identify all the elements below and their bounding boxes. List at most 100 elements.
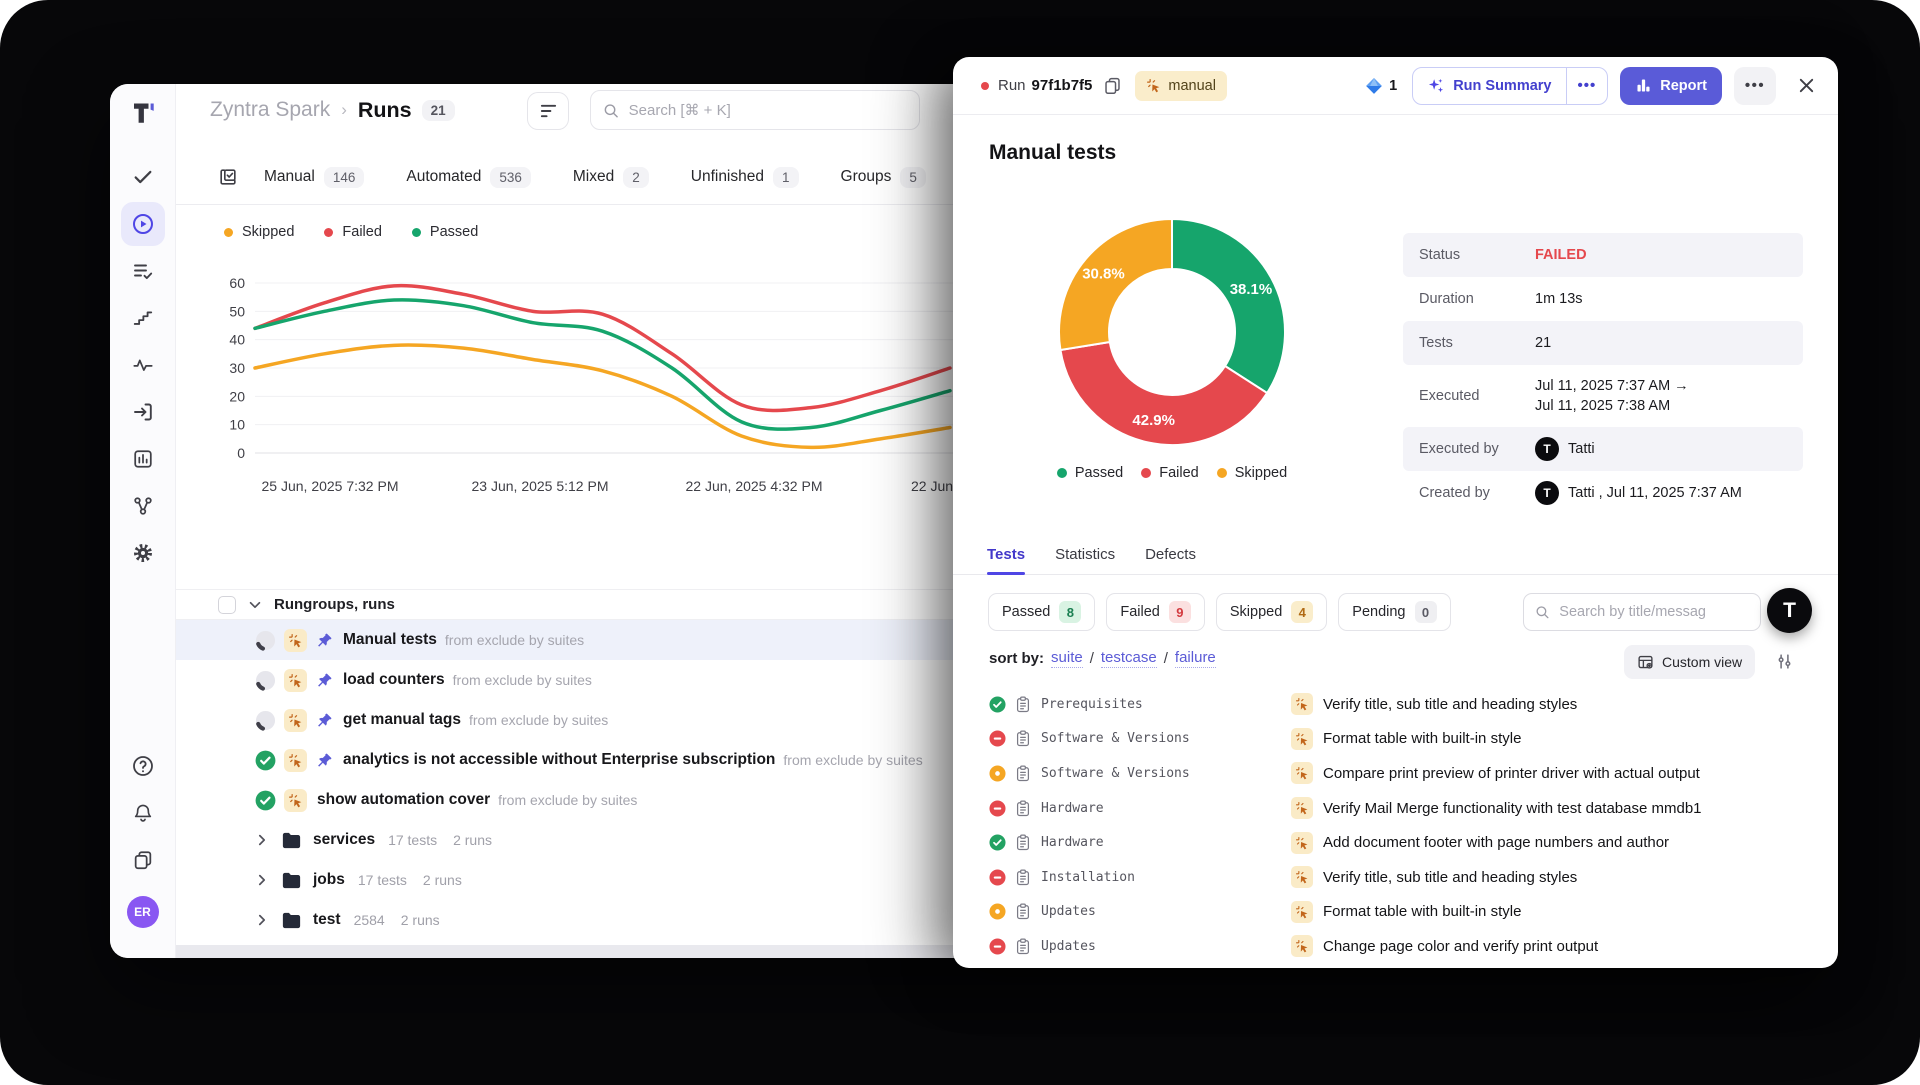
brand-bubble[interactable]: T <box>1767 588 1812 633</box>
test-title[interactable]: Verify Mail Merge functionality with tes… <box>1323 800 1702 817</box>
run-status-dot <box>981 82 989 90</box>
svg-text:40: 40 <box>229 332 245 348</box>
test-title[interactable]: Compare print preview of printer driver … <box>1323 765 1700 782</box>
test-title[interactable]: Verify title, sub title and heading styl… <box>1323 869 1577 886</box>
select-all-checkbox[interactable] <box>218 596 236 614</box>
legend-label: Failed <box>342 224 382 240</box>
drawer-tab[interactable]: Defects <box>1145 535 1196 574</box>
info-row: Created by TTatti , Jul 11, 2025 7:37 AM <box>1403 471 1803 515</box>
test-suite-name[interactable]: Updates <box>1041 939 1291 954</box>
sidebar-item-steps[interactable] <box>121 296 165 340</box>
tests-search-input[interactable] <box>1557 603 1749 621</box>
folder-name[interactable]: jobs <box>313 871 345 889</box>
notifications-button[interactable] <box>132 802 154 824</box>
run-name[interactable]: load counters <box>343 671 445 689</box>
test-row[interactable]: Prerequisites Verify title, sub title an… <box>953 687 1838 722</box>
run-type-tab[interactable]: Manual 146 <box>264 167 364 188</box>
test-row[interactable]: Hardware Verify Mail Merge functionality… <box>953 791 1838 826</box>
test-suite-name[interactable]: Installation <box>1041 870 1291 885</box>
sidebar-item-settings[interactable] <box>121 531 165 575</box>
svg-text:20: 20 <box>229 388 245 404</box>
breadcrumb-project[interactable]: Zyntra Spark <box>210 98 330 122</box>
test-row[interactable]: Updates Format table with built-in style <box>953 895 1838 930</box>
folder-counts: 17 tests 2 runs <box>358 872 462 888</box>
run-type-tab[interactable]: Mixed 2 <box>573 167 649 188</box>
report-button[interactable]: Report <box>1620 67 1722 105</box>
collapse-chevron-icon[interactable] <box>248 598 262 612</box>
sidebar-item-tests[interactable] <box>121 155 165 199</box>
user-avatar[interactable]: ER <box>127 896 159 928</box>
test-suite-name[interactable]: Software & Versions <box>1041 731 1291 746</box>
run-type-tab[interactable]: Groups 5 <box>841 167 926 188</box>
close-drawer-button[interactable] <box>1797 76 1816 95</box>
status-filter-chip[interactable]: Pending 0 <box>1338 593 1450 631</box>
test-title[interactable]: Add document footer with page numbers an… <box>1323 834 1669 851</box>
run-summary-label: Run Summary <box>1453 78 1551 94</box>
test-suite-name[interactable]: Updates <box>1041 904 1291 919</box>
folder-icon <box>280 869 303 892</box>
expand-chevron-icon[interactable] <box>255 913 269 927</box>
pin-icon <box>316 712 333 729</box>
expand-chevron-icon[interactable] <box>255 873 269 887</box>
folder-name[interactable]: test <box>313 911 341 929</box>
run-name[interactable]: show automation cover <box>317 791 490 809</box>
test-row[interactable]: Software & Versions Compare print previe… <box>953 756 1838 791</box>
legend-label: Passed <box>430 224 478 240</box>
legend-item: Passed <box>412 224 478 240</box>
sidebar-item-test-plans[interactable] <box>121 249 165 293</box>
drawer-tab[interactable]: Tests <box>987 535 1025 574</box>
projects-button[interactable] <box>132 849 154 871</box>
test-title[interactable]: Format table with built-in style <box>1323 903 1521 920</box>
test-suite-name[interactable]: Software & Versions <box>1041 766 1291 781</box>
test-suite-name[interactable]: Prerequisites <box>1041 697 1291 712</box>
status-filter-chip[interactable]: Failed 9 <box>1106 593 1205 631</box>
manual-badge: manual <box>1135 71 1227 101</box>
view-options-button[interactable] <box>1775 653 1794 670</box>
run-type-tab[interactable]: Unfinished 1 <box>691 167 799 188</box>
run-name[interactable]: analytics is not accessible without Ente… <box>343 751 775 769</box>
sidebar-item-analytics[interactable] <box>121 343 165 387</box>
custom-view-button[interactable]: Custom view <box>1624 645 1755 679</box>
breadcrumb-separator-icon: › <box>341 100 347 120</box>
test-suite-name[interactable]: Hardware <box>1041 835 1291 850</box>
test-row[interactable]: Software & Versions Format table with bu… <box>953 722 1838 757</box>
expand-chevron-icon[interactable] <box>255 833 269 847</box>
sort-link-testcase[interactable]: testcase <box>1101 649 1157 668</box>
folder-name[interactable]: services <box>313 831 375 849</box>
info-label: Tests <box>1419 335 1535 351</box>
sort-link-failure[interactable]: failure <box>1175 649 1216 668</box>
run-name[interactable]: Manual tests <box>343 631 437 649</box>
sidebar-item-import[interactable] <box>121 390 165 434</box>
status-filter-chip[interactable]: Skipped 4 <box>1216 593 1327 631</box>
cursor-icon <box>1146 78 1161 93</box>
sidebar-item-branches[interactable] <box>121 484 165 528</box>
status-filter-chip[interactable]: Passed 8 <box>988 593 1095 631</box>
copy-run-id-button[interactable] <box>1103 76 1122 95</box>
run-name[interactable]: get manual tags <box>343 711 461 729</box>
projects-icon <box>132 849 154 871</box>
run-details-drawer: Run 97f1b7f5 manual 1 Run Summary <box>953 57 1838 968</box>
test-row[interactable]: Updates Change page color and verify pri… <box>953 929 1838 964</box>
drawer-tab[interactable]: Statistics <box>1055 535 1115 574</box>
test-title[interactable]: Change page color and verify print outpu… <box>1323 938 1598 955</box>
sidebar-item-runs[interactable] <box>121 202 165 246</box>
donut-legend: PassedFailedSkipped <box>1002 465 1342 481</box>
search-input[interactable] <box>627 101 907 120</box>
run-summary-more-button[interactable]: ••• <box>1566 68 1608 104</box>
sort-link-suite[interactable]: suite <box>1051 649 1083 668</box>
chip-label: Passed <box>1002 604 1050 620</box>
test-row[interactable]: Installation Verify title, sub title and… <box>953 860 1838 895</box>
test-title[interactable]: Format table with built-in style <box>1323 730 1521 747</box>
more-actions-button[interactable]: ••• <box>1734 67 1776 105</box>
filter-button[interactable] <box>527 92 569 130</box>
test-row[interactable]: Hardware Add document footer with page n… <box>953 825 1838 860</box>
test-suite-name[interactable]: Hardware <box>1041 801 1291 816</box>
run-type-tab[interactable]: Automated 536 <box>406 167 531 188</box>
linked-issue[interactable]: 1 <box>1364 76 1397 96</box>
test-title[interactable]: Verify title, sub title and heading styl… <box>1323 696 1577 713</box>
run-summary-button[interactable]: Run Summary <box>1413 68 1565 104</box>
diamond-icon <box>1364 76 1384 96</box>
sidebar-item-reports[interactable] <box>121 437 165 481</box>
help-button[interactable] <box>132 755 154 777</box>
select-all-icon[interactable] <box>218 167 238 187</box>
